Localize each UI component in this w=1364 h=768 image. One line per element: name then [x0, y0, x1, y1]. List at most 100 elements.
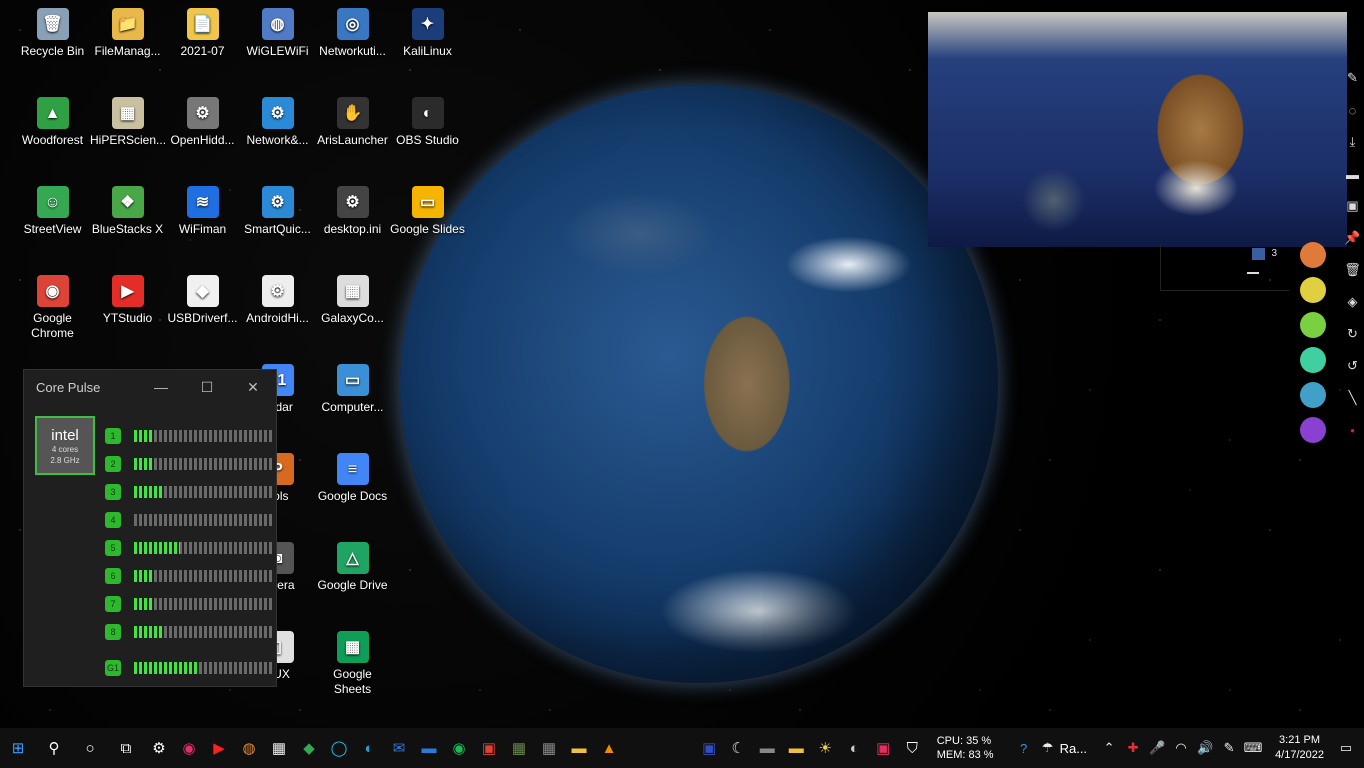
pen-icon[interactable]: ✎ [1341, 62, 1364, 94]
redo-icon[interactable]: ↻ [1341, 318, 1364, 350]
desktop-icon[interactable]: ≋ WiFiman [165, 183, 240, 237]
cpu-usage-text: CPU: 35 % [936, 735, 992, 747]
core-pulse-window: Core Pulse — ☐ ✕ intel 4 cores 2.8 GHz 1… [23, 369, 277, 687]
desktop-icon[interactable]: △ Google Drive [315, 539, 390, 593]
desktop-icon[interactable]: ✋ ArisLauncher [315, 94, 390, 148]
dash-icon [1247, 272, 1259, 274]
brightness-icon[interactable]: ☀ [811, 728, 840, 768]
shield-icon[interactable]: ⛉ [898, 728, 927, 768]
windows-start-icon[interactable]: ⊞ [0, 728, 36, 768]
media-tray-icon[interactable]: ▣ [869, 728, 898, 768]
download-icon[interactable]: ⤓ [1341, 126, 1364, 158]
street-view-icon: ☺ [36, 186, 69, 218]
desktop-icon[interactable]: ⚙ Network&... [240, 94, 315, 148]
desktop-icon[interactable]: ▦ Google Sheets [315, 628, 390, 697]
color-swatch[interactable] [1300, 382, 1326, 408]
chrome-icon: ◉ [36, 275, 69, 307]
desktop-icon[interactable]: ✦ KaliLinux [390, 5, 465, 59]
window-titlebar[interactable]: Core Pulse — ☐ ✕ [24, 370, 276, 404]
color-swatch[interactable] [1300, 242, 1326, 268]
microphone-icon[interactable]: 🎤 [1145, 740, 1169, 756]
color-swatch[interactable] [1300, 312, 1326, 338]
desktop-icon[interactable]: ◉ Google Chrome [15, 272, 90, 341]
obs-tray-icon[interactable]: ◐ [840, 728, 869, 768]
youtube-icon[interactable]: ▶ [204, 728, 234, 768]
cortana-blue-icon[interactable]: ◯ [324, 728, 354, 768]
resource-stats[interactable]: CPU: 35 % MEM: 83 % [937, 734, 994, 762]
desktop-icon[interactable]: ☺ StreetView [15, 183, 90, 237]
mail-icon[interactable]: ✉ [384, 728, 414, 768]
grid-app-icon[interactable]: ▦ [534, 728, 564, 768]
desktop-icon[interactable]: 📄 2021-07 [165, 5, 240, 59]
dot-icon[interactable]: ● [1341, 414, 1364, 446]
desktop-icon[interactable]: ≡ Google Docs [315, 450, 390, 504]
panel-number: 3 [1271, 248, 1277, 259]
desktop-icon[interactable]: ⚙ OpenHidd... [165, 94, 240, 148]
spotify-icon[interactable]: ◉ [444, 728, 474, 768]
trash-icon[interactable]: 🗑 [1341, 254, 1364, 286]
folder-tray-icon[interactable]: ▬ [782, 728, 811, 768]
save-icon[interactable]: ▣ [1341, 190, 1364, 222]
image-app-icon[interactable]: ▦ [504, 728, 534, 768]
photos-icon[interactable]: ▣ [474, 728, 504, 768]
edge-icon[interactable]: ◐ [354, 728, 384, 768]
file-explorer-icon[interactable]: ▬ [564, 728, 594, 768]
screen-recorder-icon[interactable]: ◉ [174, 728, 204, 768]
desktop-icon[interactable]: ⚙ desktop.ini [315, 183, 390, 237]
night-icon[interactable]: ☾ [724, 728, 753, 768]
minimize-button[interactable]: — [138, 370, 184, 404]
eye-off-icon[interactable]: ◌ [1341, 94, 1364, 126]
help-icon[interactable]: ? [1012, 741, 1036, 756]
maps-icon[interactable]: ◆ [294, 728, 324, 768]
folder-icon[interactable]: ▬ [1341, 158, 1364, 190]
network-utility-icon: ◎ [336, 8, 369, 40]
close-button[interactable]: ✕ [230, 370, 276, 404]
cortana-icon[interactable]: ○ [72, 728, 108, 768]
desktop-icon[interactable]: ▦ HiPERScien... [90, 94, 166, 148]
keyboard-icon[interactable]: ⌨ [1241, 740, 1265, 756]
core-number-badge: G1 [105, 660, 121, 676]
line-icon[interactable]: ╲ [1341, 382, 1364, 414]
desktop-icon[interactable]: 🗑 Recycle Bin [15, 5, 90, 59]
gift-icon[interactable]: ✚ [1121, 740, 1145, 756]
terminal-icon[interactable]: ▬ [753, 728, 782, 768]
pin-icon[interactable]: 📌 [1341, 222, 1364, 254]
desktop-icon[interactable]: ▲ Woodforest [15, 94, 90, 148]
eraser-icon[interactable]: ◈ [1341, 286, 1364, 318]
app-orange-icon[interactable]: ◍ [234, 728, 264, 768]
desktop-icon[interactable]: ⚙ SmartQuic... [240, 183, 315, 237]
desktop-icon[interactable]: ▭ Google Slides [390, 183, 465, 237]
chevron-up-icon[interactable]: ⌃ [1097, 740, 1121, 756]
wifi-icon[interactable]: ◠ [1169, 740, 1193, 756]
desktop-icon[interactable]: ⚙ AndroidHi... [240, 272, 315, 326]
notification-icon[interactable]: ▭ [1334, 740, 1358, 756]
color-swatch[interactable] [1300, 277, 1326, 303]
store-icon[interactable]: ▦ [264, 728, 294, 768]
desktop-icon[interactable]: ▦ GalaxyCo... [315, 272, 390, 326]
umbrella-icon[interactable]: ☂ [1036, 740, 1060, 756]
maximize-button[interactable]: ☐ [184, 370, 230, 404]
vlc-icon[interactable]: ▲ [594, 728, 624, 768]
core-list: 1 2 3 4 5 6 7 8 G1 [105, 422, 273, 682]
search-icon[interactable]: ⚲ [36, 728, 72, 768]
desktop-icon[interactable]: 📁 FileManag... [90, 5, 165, 59]
word-icon[interactable]: ▬ [414, 728, 444, 768]
desktop-icon[interactable]: ▶ YTStudio [90, 272, 165, 326]
settings-icon[interactable]: ⚙ [144, 728, 174, 768]
volume-icon[interactable]: 🔊 [1193, 740, 1217, 756]
color-swatch[interactable] [1300, 347, 1326, 373]
desktop-icon[interactable]: ❖ BlueStacks X [90, 183, 165, 237]
undo-icon[interactable]: ↺ [1341, 350, 1364, 382]
desktop-icon[interactable]: ▭ Computer... [315, 361, 390, 415]
weather-text[interactable]: Ra... [1060, 741, 1087, 756]
color-swatch[interactable] [1300, 417, 1326, 443]
task-view-icon[interactable]: ⧉ [108, 728, 144, 768]
pen-tray-icon[interactable]: ✎ [1217, 740, 1241, 756]
desktop-icon[interactable]: ◆ USBDriverf... [165, 272, 240, 326]
bluetooth-app-icon[interactable]: ▣ [695, 728, 724, 768]
clock[interactable]: 3:21 PM 4/17/2022 [1275, 733, 1324, 763]
desktop-icon[interactable]: ◐ OBS Studio [390, 94, 465, 148]
desktop-icon[interactable]: ◍ WiGLEWiFi [240, 5, 315, 59]
draw-toolbar: ✎ ◌ ⤓ ▬ ▣ 📌 🗑 ◈ ↻ ↺ ╲ ● [1341, 62, 1364, 442]
desktop-icon[interactable]: ◎ Networkuti... [315, 5, 390, 59]
